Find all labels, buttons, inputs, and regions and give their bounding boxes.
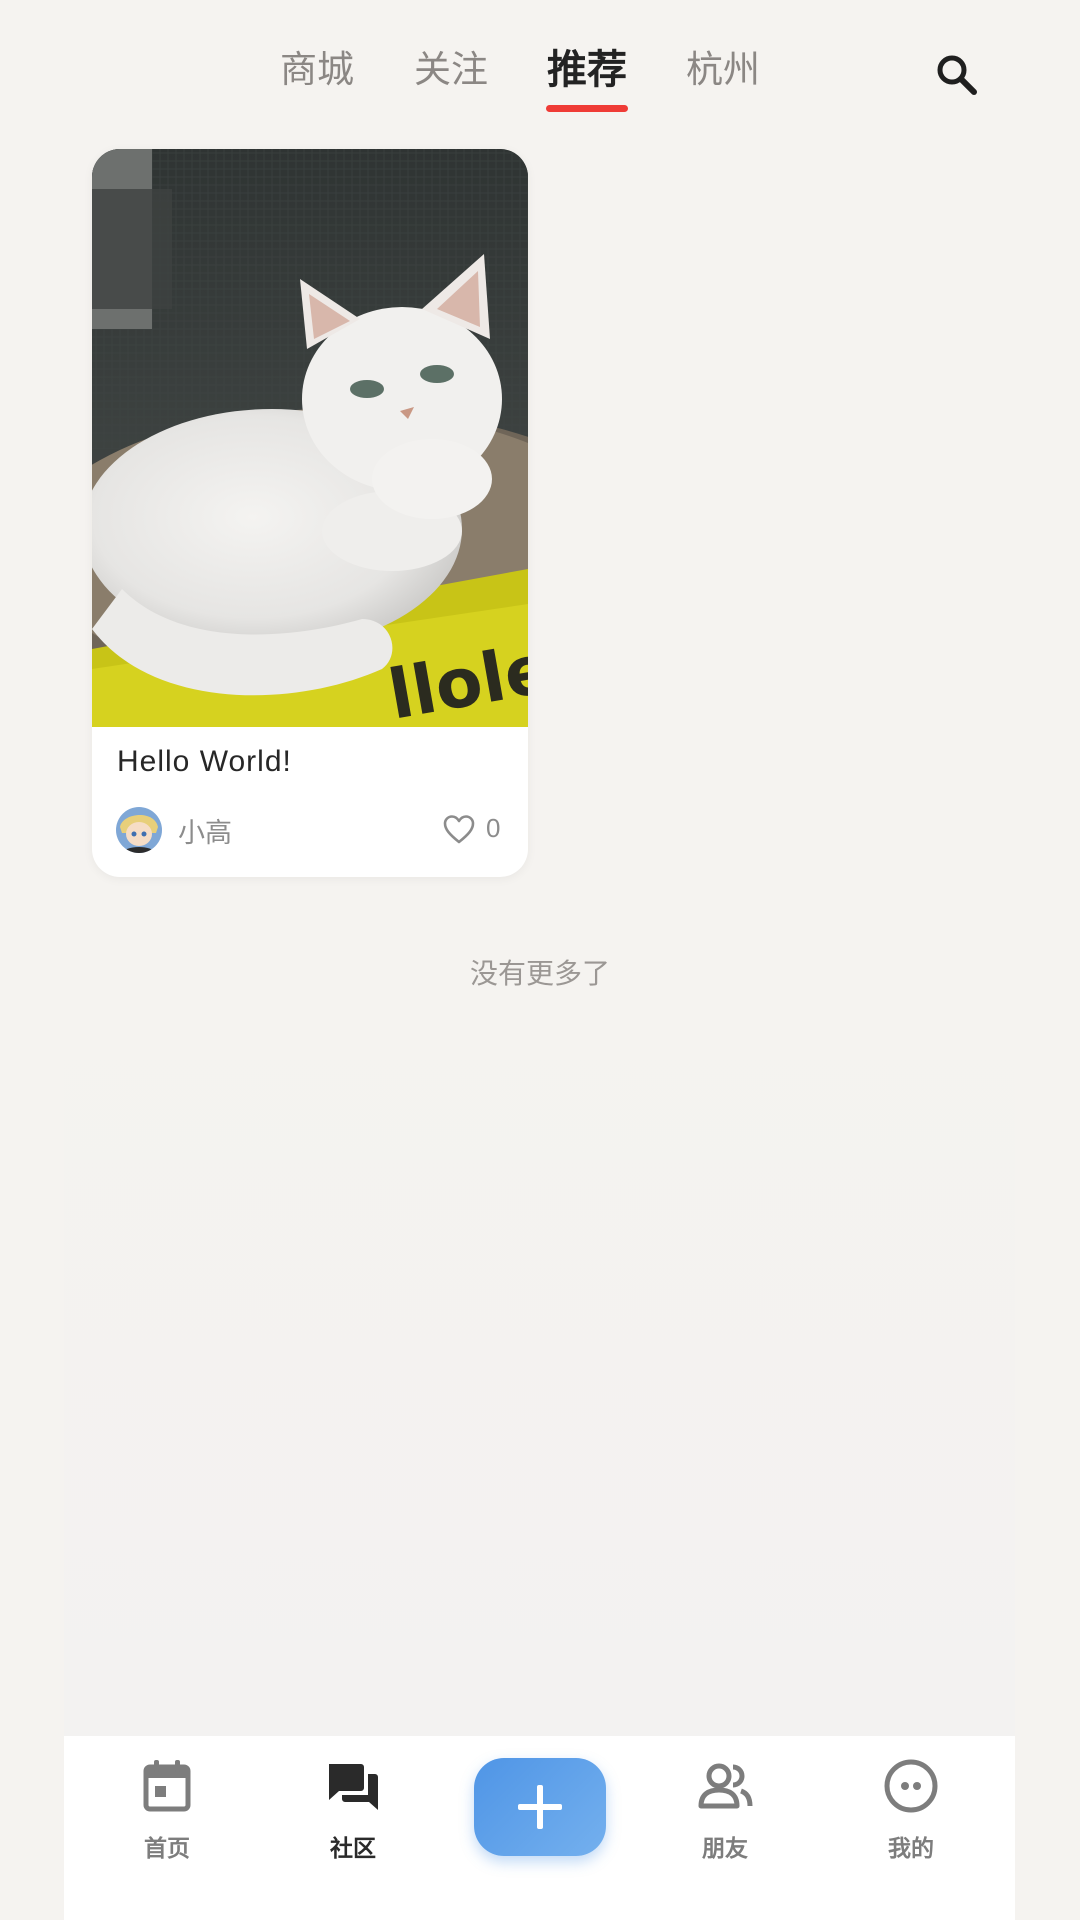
tab-recommended[interactable]: 推荐 <box>532 40 642 100</box>
feed-end-text: 没有更多了 <box>469 957 610 990</box>
nav-label-community: 社区 <box>330 1836 376 1862</box>
nav-item-mine[interactable]: 我的 <box>841 1756 981 1876</box>
like-count: 0 <box>486 813 501 843</box>
post-card[interactable]: llolei Hello World! 小高 0 <box>92 149 528 877</box>
add-post-button[interactable] <box>474 1758 606 1856</box>
top-tab-bar: 商城 关注 推荐 杭州 <box>0 32 1080 122</box>
active-tab-indicator <box>546 105 628 112</box>
people-icon <box>698 1763 753 1809</box>
nav-item-friends[interactable]: 朋友 <box>655 1756 795 1876</box>
post-title: Hello World! <box>117 745 292 778</box>
face-circle-icon <box>884 1759 938 1813</box>
cat-photo: llolei <box>92 149 528 727</box>
author-name[interactable]: 小高 <box>178 811 232 850</box>
tab-following[interactable]: 关注 <box>396 40 506 100</box>
bottom-nav-bar: 首页 社区 朋友 我的 <box>64 1736 1015 1920</box>
search-icon <box>937 55 977 95</box>
tab-hangzhou[interactable]: 杭州 <box>668 40 778 100</box>
post-image[interactable]: llolei <box>92 149 528 727</box>
nav-item-community[interactable]: 社区 <box>283 1756 423 1876</box>
search-button[interactable] <box>930 48 986 104</box>
nav-label-home: 首页 <box>144 1836 190 1862</box>
heart-outline-icon <box>443 815 475 844</box>
tab-mall[interactable]: 商城 <box>262 40 372 100</box>
chat-bubbles-icon <box>329 1764 378 1810</box>
avatar[interactable] <box>116 807 162 853</box>
calendar-icon <box>143 1760 191 1812</box>
avatar-image <box>116 807 162 853</box>
nav-item-home[interactable]: 首页 <box>97 1756 237 1876</box>
plus-icon <box>518 1785 562 1829</box>
community-page: 商城 关注 推荐 杭州 llolei Hello World! 小高 0 没有更… <box>0 0 1080 1920</box>
like-button[interactable] <box>442 813 476 845</box>
nav-label-friends: 朋友 <box>702 1836 748 1862</box>
content-column-background <box>64 960 1015 1740</box>
nav-label-mine: 我的 <box>888 1836 934 1862</box>
